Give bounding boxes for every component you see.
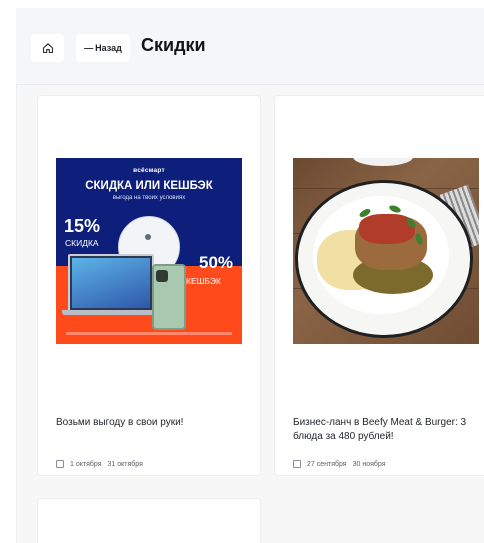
- card-title[interactable]: Бизнес-ланч в Beefy Meat & Burger: 3 блю…: [293, 416, 483, 444]
- back-button-label: Назад: [95, 43, 122, 53]
- date-end: 30 ноября: [352, 460, 386, 468]
- date-start: 27 сентября: [307, 460, 347, 468]
- home-button[interactable]: [31, 34, 64, 62]
- back-arrow-icon: —: [84, 43, 94, 53]
- promo-cashback-percent: 50%: [199, 253, 234, 272]
- card-dates: 1 октября 31 октября: [56, 460, 143, 468]
- promo-brand-logo: всёсмарт: [133, 167, 165, 174]
- calendar-icon: [293, 460, 301, 468]
- calendar-icon: [56, 460, 64, 468]
- smartphone-camera: [156, 270, 168, 282]
- promo-card[interactable]: Бизнес-ланч в Beefy Meat & Burger: 3 блю…: [274, 95, 484, 476]
- promo-discount-caption: СКИДКА: [65, 238, 99, 248]
- promo-card[interactable]: [37, 498, 261, 543]
- promo-fine-print: [66, 332, 232, 335]
- cup-image: [353, 158, 413, 166]
- back-button[interactable]: — Назад: [76, 34, 130, 62]
- promo-image: всёсмарт СКИДКА ИЛИ КЕШБЭК выгода на тво…: [56, 158, 242, 344]
- page: — Назад Скидки всёсмарт СКИДКА ИЛИ КЕШБЭ…: [0, 0, 484, 543]
- promo-subline: выгода на твоих условиях: [112, 195, 186, 201]
- date-start: 1 октября: [70, 460, 102, 468]
- card-title[interactable]: Возьми выгоду в свои руки!: [56, 416, 246, 430]
- promo-discount-percent: 15%: [64, 216, 101, 236]
- page-title: Скидки: [141, 35, 206, 55]
- laptop-base: [62, 310, 156, 315]
- business-lunch-photo: [293, 158, 479, 344]
- home-icon: [42, 43, 53, 54]
- date-end: 31 октября: [107, 460, 143, 468]
- promo-card[interactable]: всёсмарт СКИДКА ИЛИ КЕШБЭК выгода на тво…: [37, 95, 261, 476]
- promo-headline: СКИДКА ИЛИ КЕШБЭК: [85, 180, 213, 192]
- laptop-screen: [72, 258, 150, 308]
- promo-cashback-caption: КЕШБЭК: [186, 276, 221, 286]
- robot-vacuum-button: [145, 234, 151, 240]
- card-dates: 27 сентября 30 ноября: [293, 460, 386, 468]
